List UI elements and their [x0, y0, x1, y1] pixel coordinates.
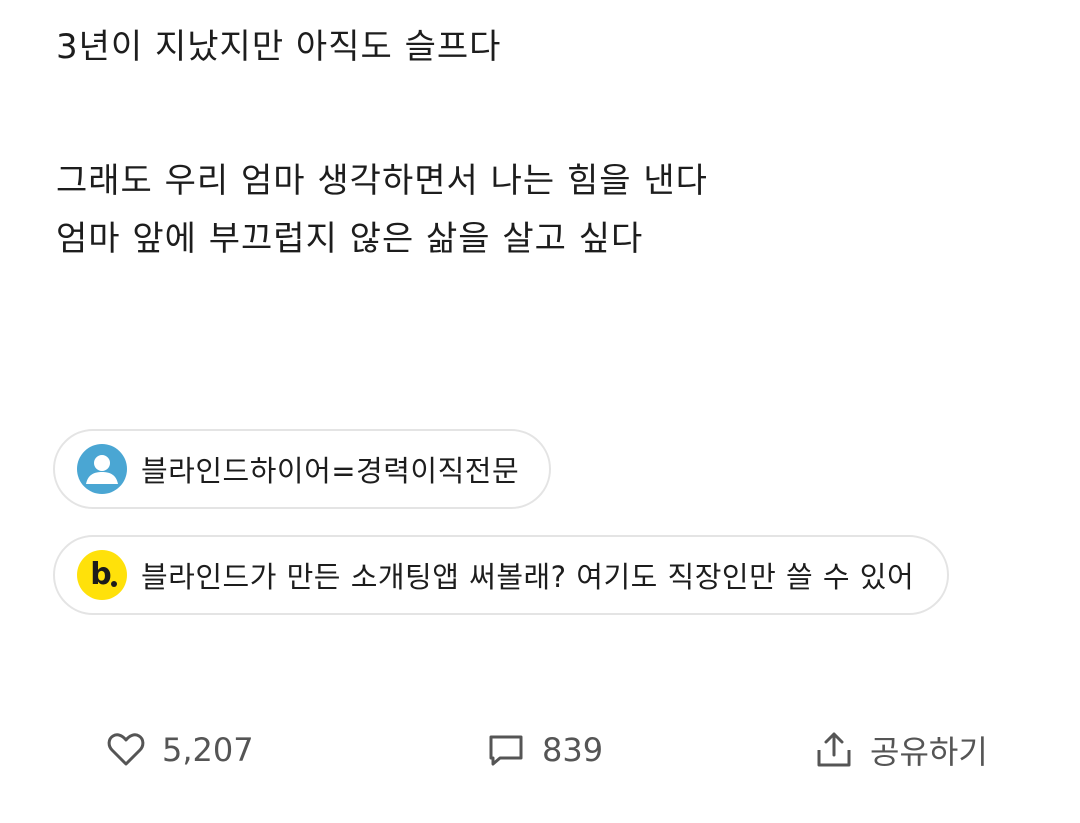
comment-button[interactable]: 839: [484, 720, 603, 780]
share-icon: [812, 728, 856, 772]
comment-count: 839: [542, 731, 604, 769]
promo-link-dating-app[interactable]: b 블라인드가 만든 소개팅앱 써볼래? 여기도 직장인만 쓸 수 있어: [53, 535, 949, 615]
share-button[interactable]: 공유하기: [812, 720, 988, 780]
blind-logo-icon: b: [77, 550, 127, 600]
promo-label: 블라인드하이어=경력이직전문: [141, 454, 520, 488]
post-text-line: 3년이 지났지만 아직도 슬프다: [56, 27, 502, 67]
share-label: 공유하기: [870, 733, 988, 771]
post-body: 3년이 지났지만 아직도 슬프다 그래도 우리 엄마 생각하면서 나는 힘을 낸…: [56, 18, 1036, 268]
comment-icon: [484, 728, 528, 772]
post-action-bar: 5,207 839 공유하기: [0, 720, 1080, 780]
heart-icon: [104, 728, 148, 772]
promo-link-blind-hire[interactable]: 블라인드하이어=경력이직전문: [53, 429, 551, 509]
post-text-line: 엄마 앞에 부끄럽지 않은 삶을 살고 싶다: [56, 219, 644, 259]
like-count: 5,207: [162, 731, 254, 769]
post-text-line: 그래도 우리 엄마 생각하면서 나는 힘을 낸다: [56, 161, 708, 201]
profile-icon: [77, 444, 127, 494]
post-text-blank-line: [56, 76, 1036, 152]
like-button[interactable]: 5,207: [104, 720, 254, 780]
promo-label: 블라인드가 만든 소개팅앱 써볼래? 여기도 직장인만 쓸 수 있어: [141, 560, 915, 594]
